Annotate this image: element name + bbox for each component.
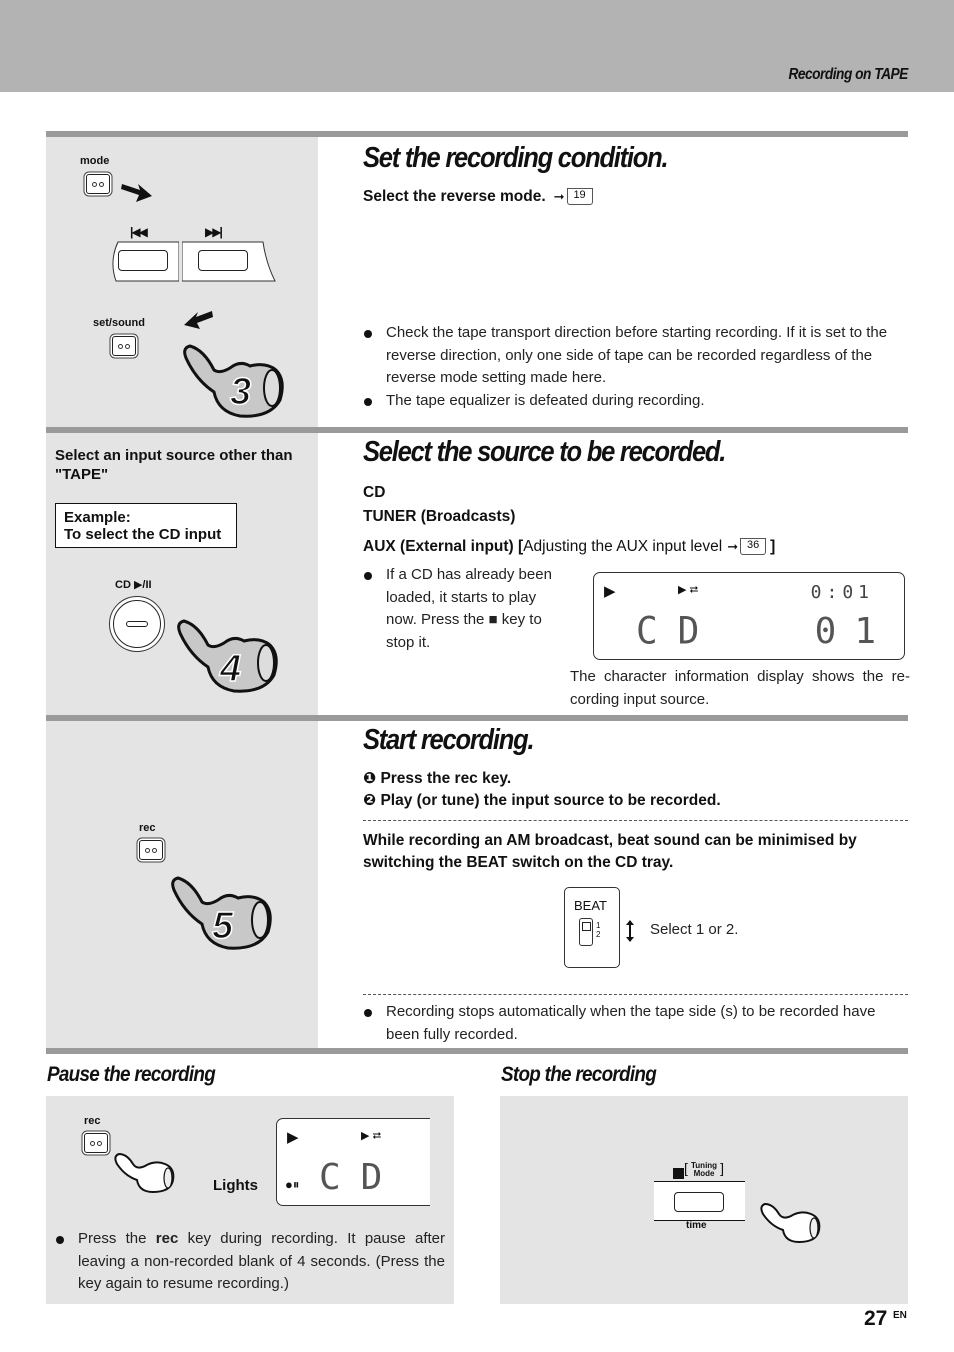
aux-level-note: Adjusting the AUX input level bbox=[523, 538, 723, 555]
rec-key-label: rec bbox=[139, 822, 156, 834]
aux-label: AUX (External input) [ bbox=[363, 538, 524, 555]
cd-play-key-label: CD ▶/II bbox=[115, 579, 152, 591]
rec-key[interactable] bbox=[139, 840, 163, 860]
time-label: time bbox=[686, 1220, 707, 1231]
source-cd: CD bbox=[363, 484, 386, 501]
beat-note: While recording an AM broadcast, beat so… bbox=[363, 832, 857, 871]
lights-label: Lights bbox=[213, 1177, 258, 1194]
beat-instruction: Select 1 or 2. bbox=[650, 921, 739, 938]
beat-label: BEAT bbox=[574, 898, 607, 913]
step5-substep-1: ❶ Press the rec key. bbox=[363, 769, 511, 788]
stop-key[interactable] bbox=[674, 1192, 724, 1212]
circled-one-icon: ❶ bbox=[363, 770, 377, 787]
beat-switch[interactable] bbox=[579, 918, 593, 946]
step3-number: 3 bbox=[230, 371, 251, 413]
ref-arrow-icon: ➞ bbox=[727, 539, 739, 554]
beat-switch-panel: BEAT 1 2 bbox=[564, 887, 620, 968]
step3-instruction: Select the reverse mode. ➞ 19 bbox=[363, 188, 593, 206]
play-repeat-indicator-icon: ▶ ⮂ bbox=[678, 584, 699, 596]
mode-key[interactable] bbox=[86, 174, 110, 194]
example-text: To select the CD input bbox=[64, 526, 222, 543]
rec-pause-indicator-icon: ●⏸ bbox=[285, 1177, 300, 1192]
pressing-hand-icon bbox=[760, 1202, 821, 1244]
mode-key-label: mode bbox=[80, 155, 110, 167]
pause-note-pre: Press the bbox=[78, 1230, 147, 1247]
step3-note-1: Check the tape transport direction befor… bbox=[363, 322, 911, 390]
input-source-heading: Select an input source other than "TAPE" bbox=[55, 447, 293, 483]
arrow-down-left-icon bbox=[184, 311, 213, 329]
play-indicator-icon: ▶ bbox=[287, 1129, 299, 1146]
stop-square-icon bbox=[673, 1168, 684, 1179]
display-time: 0:01 bbox=[810, 582, 874, 603]
beat-pos-1: 1 bbox=[596, 921, 601, 930]
reverse-mode-instruction: Select the reverse mode. bbox=[363, 188, 546, 205]
pause-rec-key-label: rec bbox=[84, 1115, 101, 1127]
step3-note-2: The tape equalizer is defeated during re… bbox=[363, 390, 911, 413]
stop-title: Stop the recording bbox=[501, 1063, 657, 1086]
dashed-divider bbox=[363, 820, 908, 821]
display-caption: The character information display shows … bbox=[570, 668, 910, 708]
pause-display: ▶ ▶ ⮂ ●⏸ CD bbox=[276, 1118, 430, 1206]
example-box: Example: To select the CD input bbox=[55, 503, 237, 548]
pause-title: Pause the recording bbox=[47, 1063, 216, 1086]
step5-title: Start recording. bbox=[363, 724, 535, 756]
source-tuner: TUNER (Broadcasts) bbox=[363, 508, 516, 525]
step4-cd-note: If a CD has already been loaded, it star… bbox=[363, 564, 568, 654]
circled-two-icon: ❷ bbox=[363, 792, 377, 809]
character-display: ▶ ▶ ⮂ 0:01 CD 01 bbox=[593, 572, 905, 660]
next-skip-key[interactable] bbox=[198, 250, 248, 271]
step4-title: Select the source to be recorded. bbox=[363, 436, 726, 468]
pause-display-source: CD bbox=[319, 1157, 403, 1198]
bottom-divider bbox=[46, 1048, 908, 1054]
step4-number: 4 bbox=[219, 648, 241, 690]
pressing-hand-icon bbox=[114, 1152, 175, 1194]
play-indicator-icon: ▶ bbox=[604, 583, 616, 600]
prev-skip-key[interactable] bbox=[118, 250, 168, 271]
step3-title: Set the recording condition. bbox=[363, 142, 669, 174]
set-sound-key[interactable] bbox=[112, 336, 136, 356]
pointing-hand-icon: 5 bbox=[171, 876, 272, 950]
page-number: 27 bbox=[864, 1307, 888, 1330]
dashed-divider bbox=[363, 994, 908, 995]
language-code: EN bbox=[893, 1310, 907, 1321]
pause-note: Press the rec key during recording. It p… bbox=[55, 1228, 445, 1296]
pause-note-rec: rec bbox=[155, 1230, 179, 1247]
beat-pos-2: 2 bbox=[596, 930, 601, 939]
example-label: Example: bbox=[64, 509, 131, 526]
step5-note: Recording stops automatically when the t… bbox=[363, 1001, 911, 1046]
substep-1-text: Press the rec key. bbox=[380, 770, 512, 787]
pointing-hand-icon: 4 bbox=[177, 619, 278, 693]
page-ref-36[interactable]: 36 bbox=[740, 538, 767, 556]
display-source: CD bbox=[636, 609, 720, 654]
beat-positions: 1 2 bbox=[596, 921, 600, 939]
step5-substep-2: ❷ Play (or tune) the input source to be … bbox=[363, 791, 721, 810]
pause-rec-key[interactable] bbox=[84, 1133, 108, 1153]
cd-play-key[interactable] bbox=[109, 596, 165, 652]
tuning-mode-label: [ Tuning Mode ] bbox=[684, 1160, 725, 1178]
substep-2-text: Play (or tune) the input source to be re… bbox=[380, 792, 721, 809]
next-skip-label: ▶▶| bbox=[205, 225, 223, 239]
ref-arrow-icon: ➞ bbox=[553, 189, 565, 204]
section-title: Recording on TAPE bbox=[788, 66, 909, 83]
source-aux: AUX (External input) [Adjusting the AUX … bbox=[363, 538, 775, 556]
prev-skip-label: |◀◀ bbox=[130, 225, 148, 239]
aux-bracket-close: ] bbox=[770, 538, 776, 555]
page-ref-19[interactable]: 19 bbox=[566, 188, 593, 206]
play-repeat-indicator-icon: ▶ ⮂ bbox=[361, 1130, 382, 1142]
pointing-hand-icon: 3 bbox=[183, 344, 284, 418]
up-down-arrow-icon bbox=[626, 920, 634, 942]
stop-key-panel bbox=[654, 1181, 745, 1221]
arrow-down-right-icon bbox=[121, 184, 152, 202]
set-sound-key-label: set/sound bbox=[93, 317, 145, 329]
mode-label: Mode bbox=[693, 1169, 715, 1178]
display-track: 01 bbox=[814, 611, 894, 652]
step5-number: 5 bbox=[212, 905, 234, 947]
